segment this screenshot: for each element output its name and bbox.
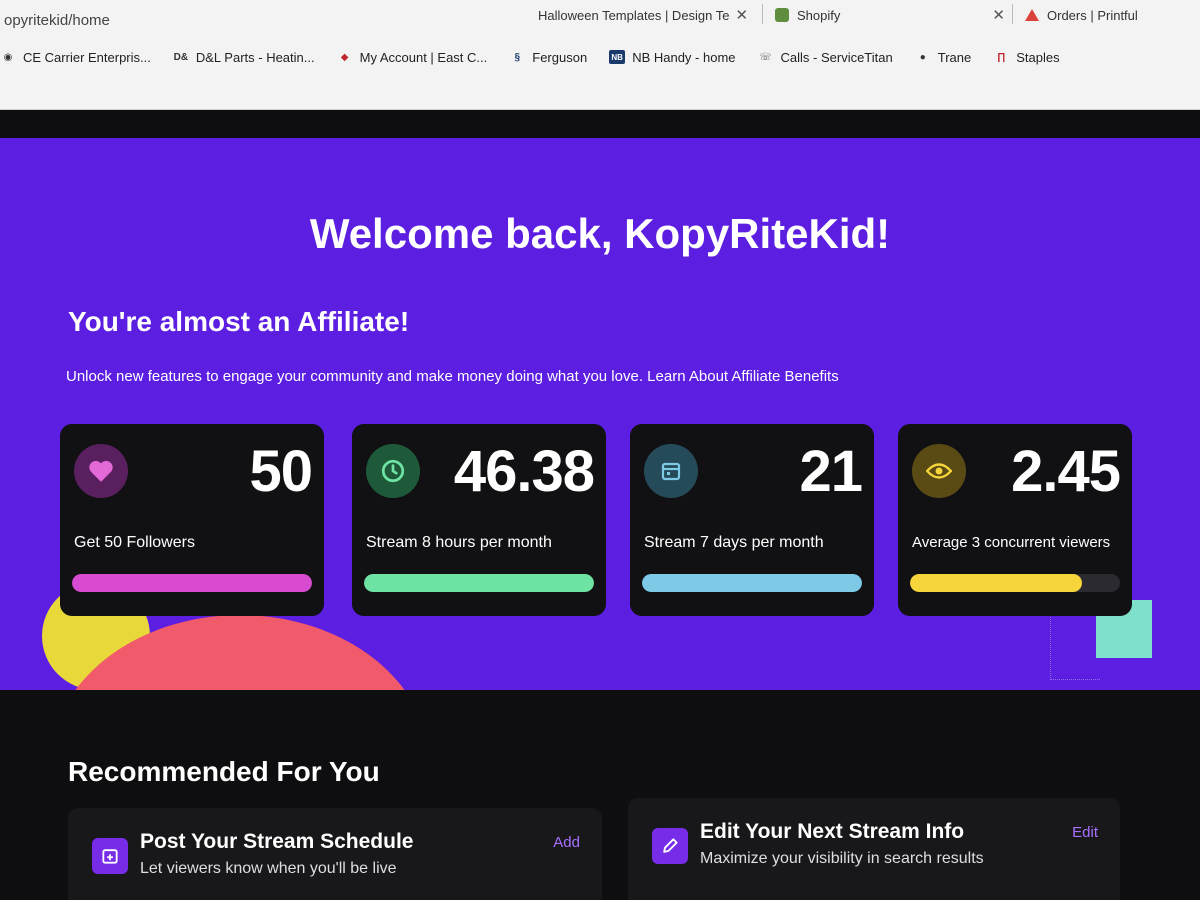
stream-days-label: Stream 7 days per month xyxy=(644,534,824,551)
eye-icon xyxy=(912,444,966,498)
browser-chrome: opyritekid/home Halloween Templates | De… xyxy=(0,0,1200,110)
bookmark-trane[interactable]: ● Trane xyxy=(915,49,972,65)
stream-hours-label: Stream 8 hours per month xyxy=(366,534,552,551)
bookmark-label: Calls - ServiceTitan xyxy=(780,49,893,65)
concurrent-viewers-progress-bar xyxy=(910,574,1120,592)
bookmark-staples[interactable]: ∏ Staples xyxy=(993,49,1060,65)
progress-fill xyxy=(364,574,594,592)
concurrent-viewers-value: 2.45 xyxy=(1011,439,1121,504)
close-icon[interactable]: ✕ xyxy=(736,6,749,24)
concurrent-viewers-label: Average 3 concurrent viewers xyxy=(912,534,1111,551)
followers-label: Get 50 Followers xyxy=(74,534,195,551)
calendar-icon xyxy=(644,444,698,498)
dl-icon: D& xyxy=(173,51,189,63)
tab-divider xyxy=(762,4,763,24)
bookmarks-bar: ◉ CE Carrier Enterpris... D& D&L Parts -… xyxy=(0,40,1200,74)
ce-icon: ◉ xyxy=(3,51,13,63)
tab-divider xyxy=(1012,4,1013,24)
progress-fill xyxy=(72,574,312,592)
welcome-heading: Welcome back, KopyRiteKid! xyxy=(309,210,891,257)
progress-fill xyxy=(910,574,1083,592)
affiliate-heading: You're almost an Affiliate! xyxy=(68,306,410,337)
tab-label: Orders | Printful xyxy=(1047,7,1138,23)
shopify-icon xyxy=(775,8,789,22)
ferguson-icon: § xyxy=(514,51,521,63)
learn-affiliate-link[interactable]: Learn About Affiliate Benefits xyxy=(647,368,839,385)
followers-progress-bar xyxy=(72,574,312,592)
tab-shopify[interactable]: Shopify ✕ xyxy=(775,0,1005,30)
tab-label: Halloween Templates | Design Te xyxy=(538,7,730,23)
recommendation-heading: Edit Your Next Stream Info xyxy=(700,820,965,843)
recommendation-subtext: Let viewers know when you'll be live xyxy=(140,860,397,877)
recommendation-stream-schedule[interactable]: Post Your Stream Schedule Let viewers kn… xyxy=(68,808,602,900)
heart-icon xyxy=(74,444,128,498)
stream-days-progress-bar xyxy=(642,574,862,592)
address-bar[interactable]: opyritekid/home xyxy=(0,6,110,34)
recommendation-subtext: Maximize your visibility in search resul… xyxy=(700,850,984,867)
bookmark-dl[interactable]: D& D&L Parts - Heatin... xyxy=(173,50,315,65)
close-icon[interactable]: ✕ xyxy=(992,6,1005,24)
recommended-heading: Recommended For You xyxy=(68,756,380,787)
tab-printful[interactable]: Orders | Printful xyxy=(1025,0,1195,30)
tab-halloween[interactable]: Halloween Templates | Design Te ✕ xyxy=(538,0,758,30)
stream-hours-progress-bar xyxy=(364,574,594,592)
eastcoast-icon: ◆ xyxy=(340,51,349,63)
top-nav-band xyxy=(0,110,1200,138)
pencil-icon xyxy=(652,828,688,864)
bookmark-label: My Account | East C... xyxy=(359,49,488,65)
unlock-text: Unlock new features to engage your commu… xyxy=(66,368,643,385)
bookmark-servicetitan[interactable]: ☏ Calls - ServiceTitan xyxy=(758,49,893,65)
stream-days-card: 21 Stream 7 days per month xyxy=(630,424,874,616)
printful-icon xyxy=(1025,9,1039,21)
servicetitan-icon: ☏ xyxy=(759,51,772,63)
bookmark-label: NB Handy - home xyxy=(632,49,736,65)
calendar-plus-icon xyxy=(92,838,128,874)
bookmark-ce[interactable]: ◉ CE Carrier Enterpris... xyxy=(0,50,151,65)
bookmark-label: Trane xyxy=(937,49,972,65)
bookmark-label: D&L Parts - Heatin... xyxy=(195,49,315,65)
bookmark-nb[interactable]: NB NB Handy - home xyxy=(609,49,736,65)
tab-label: Shopify xyxy=(797,7,841,23)
concurrent-viewers-card: 2.45 Average 3 concurrent viewers xyxy=(898,424,1132,616)
bookmark-label: CE Carrier Enterpris... xyxy=(23,49,151,65)
bookmark-eastcoast[interactable]: ◆ My Account | East C... xyxy=(337,50,488,65)
decor-dotted-lines xyxy=(1050,610,1100,680)
followers-card: 50 Get 50 Followers xyxy=(60,424,324,616)
url-text: opyritekid/home xyxy=(4,11,110,29)
globe-icon: ● xyxy=(919,51,926,63)
stream-hours-card: 46.38 Stream 8 hours per month xyxy=(352,424,606,616)
recommendation-heading: Post Your Stream Schedule xyxy=(140,830,414,853)
recommendation-stream-info[interactable]: Edit Your Next Stream Info Maximize your… xyxy=(628,798,1120,900)
progress-fill xyxy=(642,574,862,592)
clock-icon xyxy=(366,444,420,498)
staples-icon: ∏ xyxy=(997,51,1006,63)
affiliate-progress-cards: 50 Get 50 Followers 46.38 Stream 8 hours… xyxy=(60,424,1140,619)
affiliate-description: Unlock new features to engage your commu… xyxy=(66,368,839,385)
bookmark-label: Staples xyxy=(1016,49,1060,65)
stream-days-value: 21 xyxy=(799,439,863,504)
followers-value: 50 xyxy=(249,439,313,504)
affiliate-hero: Welcome back, KopyRiteKid! You're almost… xyxy=(0,110,1200,690)
tab-strip: Halloween Templates | Design Te ✕ Shopif… xyxy=(520,0,1200,34)
bookmark-label: Ferguson xyxy=(532,49,588,65)
nb-icon: NB xyxy=(609,50,626,64)
add-schedule-button[interactable]: Add xyxy=(553,834,580,851)
edit-stream-info-button[interactable]: Edit xyxy=(1072,824,1098,841)
stream-hours-value: 46.38 xyxy=(453,439,595,504)
bookmark-ferguson[interactable]: § Ferguson xyxy=(509,50,587,65)
